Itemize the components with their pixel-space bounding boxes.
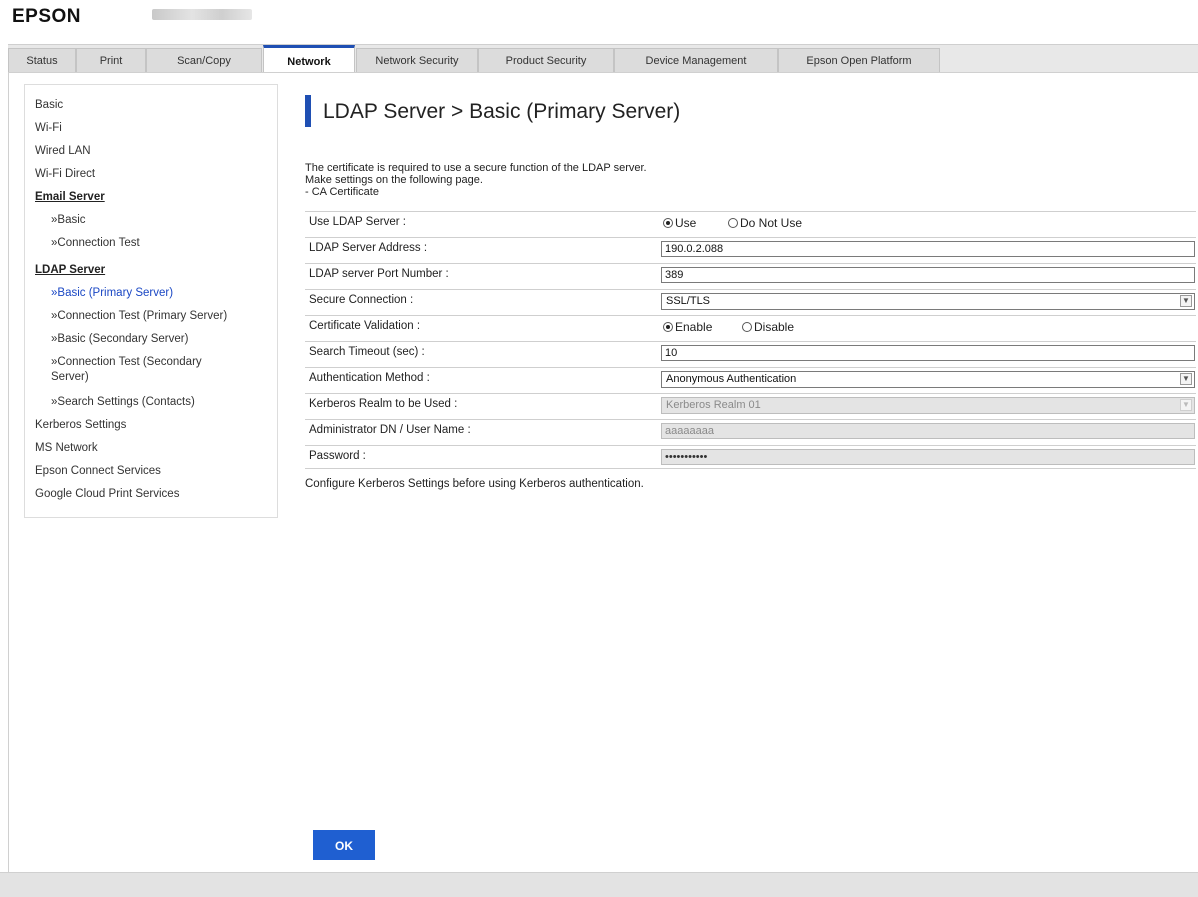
tab-epson-open-platform[interactable]: Epson Open Platform <box>778 48 940 72</box>
radio-unselected-icon <box>742 322 752 332</box>
label-search-timeout: Search Timeout (sec) : <box>309 346 425 358</box>
password-input: ••••••••••• <box>661 449 1195 465</box>
sidebar-item-email-connection-test[interactable]: »Connection Test <box>51 237 140 249</box>
radio-do-not-use[interactable]: Do Not Use <box>728 216 802 230</box>
authentication-method-select[interactable]: Anonymous Authentication ▼ <box>661 371 1195 388</box>
sidebar-item-ldap-connection-test-secondary[interactable]: »Connection Test (Secondary <box>51 356 202 368</box>
page-title: LDAP Server > Basic (Primary Server) <box>323 100 681 123</box>
info-note-line-2: Make settings on the following page. <box>305 174 483 186</box>
port-number-input[interactable]: 389 <box>661 267 1195 283</box>
sidebar-item-wired-lan[interactable]: Wired LAN <box>35 145 91 157</box>
chevron-down-icon: ▼ <box>1180 399 1192 411</box>
label-certificate-validation: Certificate Validation : <box>309 320 421 332</box>
tab-network-security[interactable]: Network Security <box>356 48 478 72</box>
server-address-input[interactable]: 190.0.2.088 <box>661 241 1195 257</box>
radio-selected-icon <box>663 218 673 228</box>
row-secure-connection: Secure Connection : SSL/TLS ▼ <box>305 289 1196 311</box>
tab-print[interactable]: Print <box>76 48 146 72</box>
sidebar-item-email-basic[interactable]: »Basic <box>51 214 86 226</box>
ok-button[interactable]: OK <box>313 830 375 860</box>
radio-use[interactable]: Use <box>663 216 696 230</box>
radio-disable[interactable]: Disable <box>742 320 794 334</box>
sidebar-section-ldap-server: LDAP Server <box>35 264 106 276</box>
radio-enable[interactable]: Enable <box>663 320 712 334</box>
info-note-line-3: - CA Certificate <box>305 186 379 198</box>
header: EPSON <box>0 0 1198 36</box>
tab-scan-copy[interactable]: Scan/Copy <box>146 48 262 72</box>
tab-product-security[interactable]: Product Security <box>478 48 614 72</box>
row-password: Password : ••••••••••• <box>305 445 1196 469</box>
label-secure-connection: Secure Connection : <box>309 294 414 306</box>
row-server-address: LDAP Server Address : 190.0.2.088 <box>305 237 1196 259</box>
row-certificate-validation: Certificate Validation : Enable Disable <box>305 315 1196 337</box>
row-use-ldap-server: Use LDAP Server : Use Do Not Use <box>305 211 1196 233</box>
sidebar-item-epson-connect[interactable]: Epson Connect Services <box>35 465 161 477</box>
label-kerberos-realm: Kerberos Realm to be Used : <box>309 398 458 410</box>
sidebar-item-kerberos-settings[interactable]: Kerberos Settings <box>35 419 126 431</box>
label-port-number: LDAP server Port Number : <box>309 268 449 280</box>
label-server-address: LDAP Server Address : <box>309 242 428 254</box>
info-note-line-1: The certificate is required to use a sec… <box>305 162 647 174</box>
sidebar-item-ms-network[interactable]: MS Network <box>35 442 98 454</box>
sidebar-item-wifi-direct[interactable]: Wi-Fi Direct <box>35 168 95 180</box>
row-search-timeout: Search Timeout (sec) : 10 <box>305 341 1196 363</box>
row-authentication-method: Authentication Method : Anonymous Authen… <box>305 367 1196 389</box>
secure-connection-select[interactable]: SSL/TLS ▼ <box>661 293 1195 310</box>
label-use-ldap-server: Use LDAP Server : <box>309 216 406 228</box>
sidebar-item-wifi[interactable]: Wi-Fi <box>35 122 62 134</box>
radio-selected-icon <box>663 322 673 332</box>
sidebar-item-ldap-basic-primary[interactable]: »Basic (Primary Server) <box>51 287 173 299</box>
model-name-blurred <box>152 9 252 20</box>
chevron-down-icon: ▼ <box>1180 295 1192 307</box>
bottom-bar <box>0 872 1198 897</box>
tab-device-management[interactable]: Device Management <box>614 48 778 72</box>
title-accent-bar <box>305 95 311 127</box>
sidebar-item-basic[interactable]: Basic <box>35 99 63 111</box>
tab-status[interactable]: Status <box>8 48 76 72</box>
label-authentication-method: Authentication Method : <box>309 372 430 384</box>
sidebar-item-ldap-connection-test-primary[interactable]: »Connection Test (Primary Server) <box>51 310 227 322</box>
administrator-dn-input: aaaaaaaa <box>661 423 1195 439</box>
sidebar-item-ldap-basic-secondary[interactable]: »Basic (Secondary Server) <box>51 333 188 345</box>
sidebar-section-email-server: Email Server <box>35 191 105 203</box>
epson-logo: EPSON <box>12 6 82 27</box>
tab-network[interactable]: Network <box>263 45 355 74</box>
sidebar-item-ldap-search-settings[interactable]: »Search Settings (Contacts) <box>51 396 195 408</box>
kerberos-realm-select: Kerberos Realm 01 ▼ <box>661 397 1195 414</box>
search-timeout-input[interactable]: 10 <box>661 345 1195 361</box>
sidebar-item-ldap-connection-test-secondary-cont[interactable]: Server) <box>51 371 89 383</box>
label-password: Password : <box>309 450 366 462</box>
tab-bar: Status Print Scan/Copy Network Network S… <box>8 44 1198 74</box>
label-administrator-dn: Administrator DN / User Name : <box>309 424 471 436</box>
sidebar-item-google-cloud-print[interactable]: Google Cloud Print Services <box>35 488 179 500</box>
sidebar: Basic Wi-Fi Wired LAN Wi-Fi Direct Email… <box>24 84 278 518</box>
row-administrator-dn: Administrator DN / User Name : aaaaaaaa <box>305 419 1196 441</box>
kerberos-footnote: Configure Kerberos Settings before using… <box>305 478 644 490</box>
row-kerberos-realm: Kerberos Realm to be Used : Kerberos Rea… <box>305 393 1196 415</box>
radio-unselected-icon <box>728 218 738 228</box>
chevron-down-icon: ▼ <box>1180 373 1192 385</box>
row-port-number: LDAP server Port Number : 389 <box>305 263 1196 285</box>
